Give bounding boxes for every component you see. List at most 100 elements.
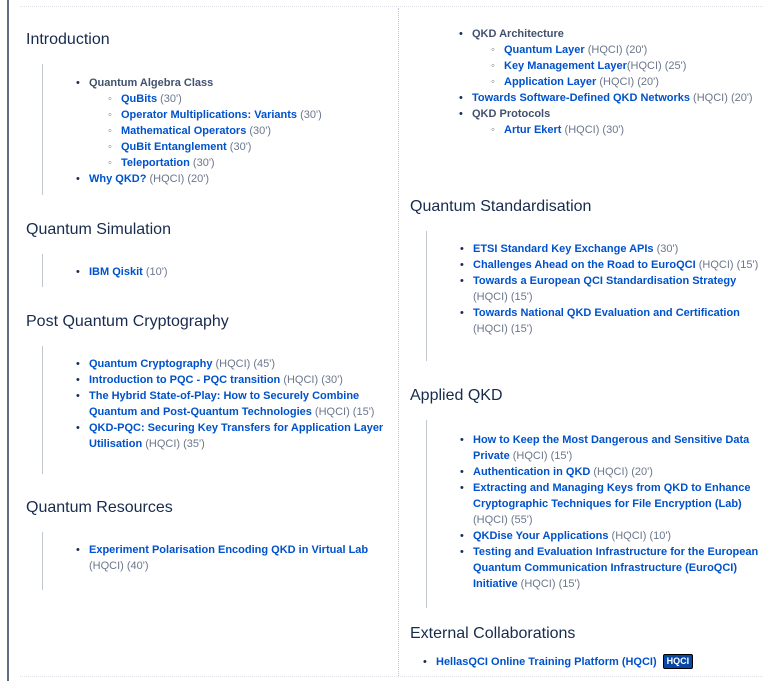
course-link[interactable]: Why QKD? <box>89 173 146 185</box>
section-title: Quantum Resources <box>26 499 173 516</box>
section-post-quantum-cryptography: Post Quantum Cryptography Quantum Crypto… <box>26 312 391 474</box>
list-item: Artur Ekert (HQCI) (30') <box>488 122 765 138</box>
course-link[interactable]: Towards National QKD Evaluation and Cert… <box>473 307 740 319</box>
course-meta: (HQCI) (15') <box>311 406 375 418</box>
course-link[interactable]: Key Management Layer <box>504 60 627 72</box>
list-item: IBM Qiskit (10') <box>73 264 391 280</box>
topic-list: Experiment Polarisation Encoding QKD in … <box>73 532 391 574</box>
course-meta: (30') <box>246 125 272 137</box>
course-link[interactable]: Artur Ekert <box>504 124 561 136</box>
list-item: QKDise Your Applications (HQCI) (10') <box>457 528 765 544</box>
list-item: The Hybrid State-of-Play: How to Securel… <box>73 388 391 420</box>
topic-heading: Quantum Algebra Class <box>89 77 214 89</box>
topic-list: Quantum Algebra Class QuBits (30') Opera… <box>73 64 391 187</box>
course-meta: (HQCI) (20') <box>690 92 753 104</box>
list-item: Challenges Ahead on the Road to EuroQCI … <box>457 257 765 273</box>
course-meta: (30') <box>226 141 252 153</box>
section-title: Applied QKD <box>410 387 503 404</box>
topic-list: Quantum Cryptography (HQCI) (45') Introd… <box>73 346 391 452</box>
course-meta: (30') <box>653 243 679 255</box>
course-meta: (HQCI) (10') <box>608 530 672 542</box>
course-link[interactable]: ETSI Standard Key Exchange APIs <box>473 243 654 255</box>
course-link[interactable]: HellasQCI Online Training Platform (HQCI… <box>436 656 657 668</box>
topic-heading: QKD Protocols <box>472 108 551 120</box>
bottom-divider <box>20 676 763 677</box>
list-item: Quantum Layer (HQCI) (20') <box>488 42 765 58</box>
page-left-rule <box>7 0 9 681</box>
list-item: Mathematical Operators (30') <box>105 123 391 139</box>
list-item: Operator Multiplications: Variants (30') <box>105 107 391 123</box>
topic-heading: QKD Architecture <box>472 28 564 40</box>
course-meta: (HQCI) (15') <box>695 259 759 271</box>
course-link[interactable]: Experiment Polarisation Encoding QKD in … <box>89 544 368 556</box>
section-title: External Collaborations <box>410 625 576 642</box>
course-link[interactable]: Authentication in QKD <box>473 466 590 478</box>
column-divider <box>398 8 399 676</box>
course-meta: (HQCI) (25') <box>626 60 687 72</box>
list-item: Why QKD? (HQCI) (20') <box>73 171 391 187</box>
section-quantum-standardisation: Quantum Standardisation ETSI Standard Ke… <box>410 197 765 361</box>
list-item: Extracting and Managing Keys from QKD to… <box>457 480 765 528</box>
course-meta: (HQCI) (15') <box>509 450 573 462</box>
course-meta: (HQCI) (15') <box>517 578 581 590</box>
list-item: QuBits (30') <box>105 91 391 107</box>
course-meta: (HQCI) (30') <box>561 124 625 136</box>
list-item: HellasQCI Online Training Platform (HQCI… <box>420 654 765 670</box>
section-body: ETSI Standard Key Exchange APIs (30') Ch… <box>426 231 765 361</box>
list-item: Teleportation (30') <box>105 155 391 171</box>
section-body: QKD Architecture Quantum Layer (HQCI) (2… <box>426 26 765 138</box>
course-meta: (HQCI) (55') <box>473 514 533 526</box>
list-item: Testing and Evaluation Infrastructure fo… <box>457 544 765 592</box>
course-meta: (HQCI) (45') <box>212 358 276 370</box>
course-link[interactable]: Operator Multiplications: Variants <box>121 109 297 121</box>
list-item: Application Layer (HQCI) (20') <box>488 74 765 90</box>
list-item: Authentication in QKD (HQCI) (20') <box>457 464 765 480</box>
course-link[interactable]: QKD-PQC: Securing Key Transfers for Appl… <box>89 422 383 450</box>
course-meta: (HQCI) (20') <box>596 76 659 88</box>
section-qkd-continued: QKD Architecture Quantum Layer (HQCI) (2… <box>410 26 765 138</box>
course-meta: (HQCI) (20') <box>584 44 648 56</box>
course-link[interactable]: Towards a European QCI Standardisation S… <box>473 275 736 287</box>
section-title: Post Quantum Cryptography <box>26 313 229 330</box>
course-link[interactable]: Quantum Layer <box>504 44 585 56</box>
course-link[interactable]: Mathematical Operators <box>121 125 246 137</box>
list-item: QuBit Entanglement (30') <box>105 139 391 155</box>
list-item: QKD Protocols Artur Ekert (HQCI) (30') <box>456 106 765 138</box>
course-link[interactable]: Introduction to PQC - PQC transition <box>89 374 280 386</box>
section-title: Quantum Standardisation <box>410 198 592 215</box>
section-title: Introduction <box>26 31 110 48</box>
course-link[interactable]: QuBits <box>121 93 157 105</box>
list-item: QKD Architecture Quantum Layer (HQCI) (2… <box>456 26 765 90</box>
section-body: How to Keep the Most Dangerous and Sensi… <box>426 420 765 608</box>
course-meta: (30') <box>189 157 215 169</box>
course-link[interactable]: IBM Qiskit <box>89 266 143 278</box>
top-divider <box>20 6 763 7</box>
list-item: QKD-PQC: Securing Key Transfers for Appl… <box>73 420 391 452</box>
topic-list: HellasQCI Online Training Platform (HQCI… <box>420 654 765 670</box>
course-link[interactable]: QKDise Your Applications <box>473 530 609 542</box>
course-meta: (HQCI) (15') <box>473 291 533 303</box>
course-link[interactable]: Quantum Cryptography <box>89 358 212 370</box>
course-link[interactable]: Application Layer <box>504 76 596 88</box>
topic-list: ETSI Standard Key Exchange APIs (30') Ch… <box>457 231 765 337</box>
subtopic-list: Quantum Layer (HQCI) (20') Key Managemen… <box>472 42 765 90</box>
list-item: Towards National QKD Evaluation and Cert… <box>457 305 765 337</box>
list-item: ETSI Standard Key Exchange APIs (30') <box>457 241 765 257</box>
course-link[interactable]: Challenges Ahead on the Road to EuroQCI <box>473 259 696 271</box>
section-external-collaborations: External Collaborations HellasQCI Online… <box>410 624 765 670</box>
hqci-logo-badge: HQCI <box>662 654 694 669</box>
section-title: Quantum Simulation <box>26 221 171 238</box>
topic-list: How to Keep the Most Dangerous and Sensi… <box>457 420 765 592</box>
list-item: Key Management Layer(HQCI) (25') <box>488 58 765 74</box>
course-link[interactable]: Towards Software-Defined QKD Networks <box>472 92 690 104</box>
course-meta: (HQCI) (30') <box>280 374 343 386</box>
course-link[interactable]: Extracting and Managing Keys from QKD to… <box>473 482 751 510</box>
section-body: Quantum Cryptography (HQCI) (45') Introd… <box>42 346 391 474</box>
course-meta: (10') <box>142 266 168 278</box>
topic-list: IBM Qiskit (10') <box>73 254 391 280</box>
course-meta: (HQCI) (35') <box>142 438 205 450</box>
course-link[interactable]: Testing and Evaluation Infrastructure fo… <box>473 546 758 590</box>
course-link[interactable]: QuBit Entanglement <box>121 141 227 153</box>
course-link[interactable]: Teleportation <box>121 157 190 169</box>
topic-list: QKD Architecture Quantum Layer (HQCI) (2… <box>456 26 765 138</box>
